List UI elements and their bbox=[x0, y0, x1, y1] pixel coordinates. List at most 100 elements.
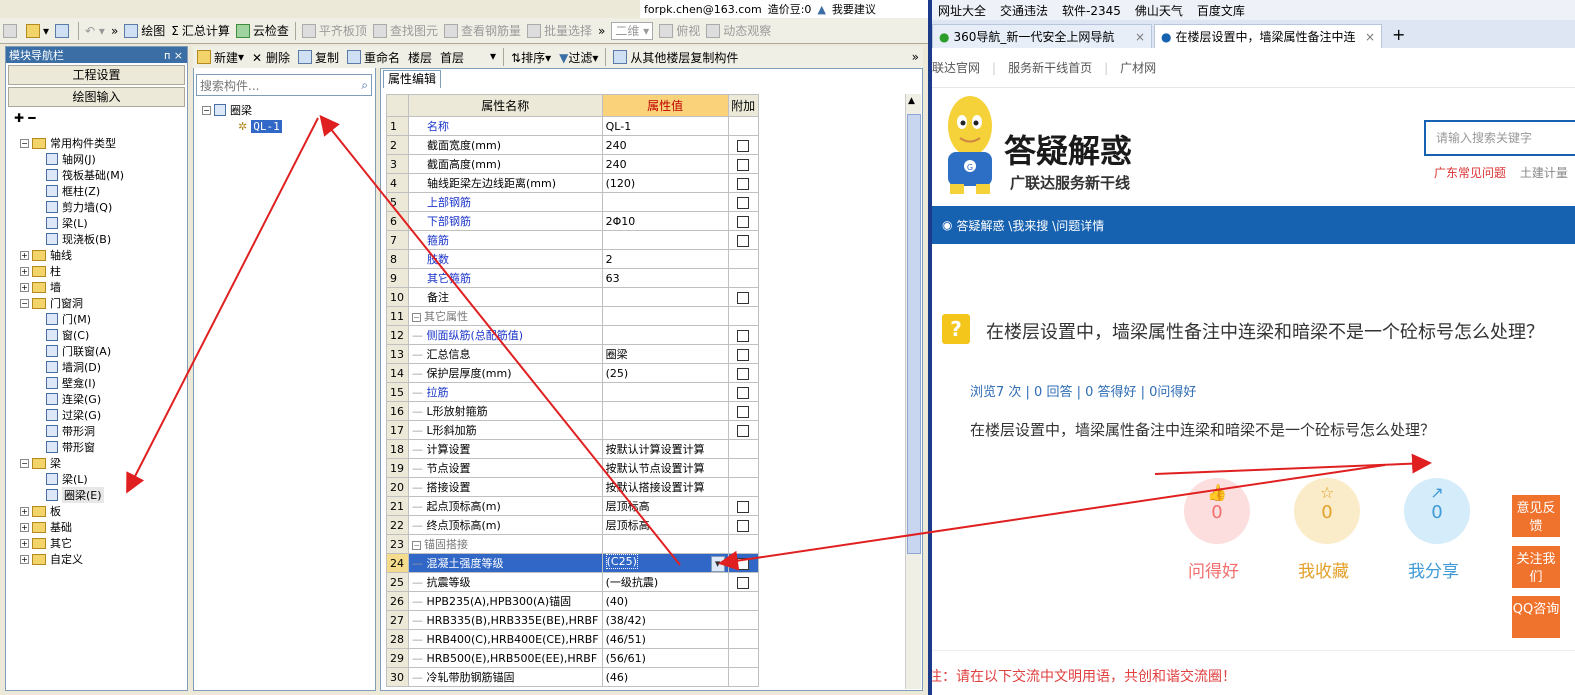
attach-checkbox[interactable] bbox=[737, 196, 750, 209]
property-row[interactable]: 28— HRB400(C),HRB400E(CE),HRBF (46/51) bbox=[386, 629, 759, 649]
suggest-link[interactable]: 我要建议 bbox=[832, 1, 876, 17]
expand-toggle-icon[interactable]: + bbox=[20, 554, 29, 564]
copy-from-floor-button[interactable]: 从其他楼层复制构件 bbox=[609, 49, 742, 66]
nav-tree-item[interactable]: 圈梁(E) bbox=[6, 487, 187, 503]
nav-tree-item[interactable]: 筏板基础(M) bbox=[6, 167, 187, 183]
property-value-cell[interactable]: 2 bbox=[601, 249, 729, 269]
property-row[interactable]: 17— L形斜加筋 bbox=[386, 420, 759, 440]
site-link[interactable]: 服务新干线首页 bbox=[1008, 59, 1092, 76]
property-row[interactable]: 14— 保护层厚度(mm) (25) bbox=[386, 363, 759, 383]
delete-button[interactable]: ✕ 删除 bbox=[248, 49, 294, 66]
nav-tree-item[interactable]: 梁(L) bbox=[6, 471, 187, 487]
property-row[interactable]: 18— 计算设置 按默认计算设置计算 bbox=[386, 439, 759, 459]
property-value-cell[interactable] bbox=[601, 382, 729, 402]
expand-toggle-icon[interactable]: + bbox=[20, 266, 29, 276]
bookmark-item[interactable]: 交通违法 bbox=[1000, 2, 1048, 19]
nav-tree-item[interactable]: + 其它 bbox=[6, 535, 187, 551]
nav-tree-item[interactable]: + 柱 bbox=[6, 263, 187, 279]
property-row[interactable]: 30— 冷轧带肋钢筋锚固 (46) bbox=[386, 667, 759, 687]
cloud-check-button[interactable]: 云检查 bbox=[233, 20, 292, 42]
property-value-cell[interactable]: 按默认搭接设置计算 bbox=[601, 477, 729, 497]
nav-tree-item[interactable]: 壁龛(I) bbox=[6, 375, 187, 391]
open-file-icon[interactable]: ▾ bbox=[23, 20, 52, 42]
pitch-view-button[interactable]: 俯视 bbox=[656, 20, 703, 42]
group-collapse-icon[interactable]: − bbox=[412, 313, 421, 322]
property-row[interactable]: 16— L形放射箍筋 bbox=[386, 401, 759, 421]
side-button[interactable]: 关注我们 bbox=[1512, 546, 1560, 588]
property-value-cell[interactable]: 240 bbox=[601, 135, 729, 155]
attach-checkbox[interactable] bbox=[737, 291, 750, 304]
nav-tree-item[interactable]: 过梁(G) bbox=[6, 407, 187, 423]
attach-checkbox[interactable] bbox=[737, 386, 750, 399]
expand-toggle-icon[interactable]: + bbox=[20, 538, 29, 548]
bookmark-item[interactable]: 百度文库 bbox=[1197, 2, 1245, 19]
property-row[interactable]: 15— 拉筋 bbox=[386, 382, 759, 402]
new-tab-button[interactable]: + bbox=[1384, 24, 1413, 48]
property-value-cell[interactable]: (一级抗震) bbox=[601, 572, 729, 592]
property-value-cell[interactable]: 2Φ10 bbox=[601, 211, 729, 231]
property-row[interactable]: 23− 锚固搭接 bbox=[386, 534, 759, 554]
property-row[interactable]: 1 名称 QL-1 bbox=[386, 116, 759, 136]
nav-tree-item[interactable]: − 门窗洞 bbox=[6, 295, 187, 311]
attach-checkbox[interactable] bbox=[737, 367, 750, 380]
property-row[interactable]: 9 其它箍筋 63 bbox=[386, 268, 759, 288]
scroll-thumb[interactable] bbox=[907, 114, 921, 554]
attach-checkbox[interactable] bbox=[737, 215, 750, 228]
nav-tree-item[interactable]: 梁(L) bbox=[6, 215, 187, 231]
floor-select[interactable]: 首层 ▾ bbox=[436, 49, 500, 66]
browser-tab[interactable]: ● 360导航_新一代安全上网导航 × bbox=[932, 24, 1152, 48]
property-value-cell[interactable] bbox=[601, 401, 729, 421]
property-row[interactable]: 19— 节点设置 按默认节点设置计算 bbox=[386, 458, 759, 478]
property-value-cell[interactable]: QL-1 bbox=[601, 116, 729, 136]
property-value-cell[interactable]: 按默认节点设置计算 bbox=[601, 458, 729, 478]
nav-tree-item[interactable]: 轴网(J) bbox=[6, 151, 187, 167]
property-value-cell[interactable]: (56/61) bbox=[601, 648, 729, 668]
nav-tree-item[interactable]: 现浇板(B) bbox=[6, 231, 187, 247]
overflow-chevron-3-icon[interactable]: » bbox=[912, 50, 923, 64]
find-element-button[interactable]: 查找图元 bbox=[370, 20, 441, 42]
property-value-cell[interactable]: (46) bbox=[601, 667, 729, 687]
close-tab-icon[interactable]: × bbox=[1135, 30, 1145, 44]
nav-tree-item[interactable]: 门(M) bbox=[6, 311, 187, 327]
expand-toggle-icon[interactable]: + bbox=[20, 522, 29, 532]
property-value-cell[interactable]: (38/42) bbox=[601, 610, 729, 630]
nav-tree-item[interactable]: + 基础 bbox=[6, 519, 187, 535]
attach-checkbox[interactable] bbox=[737, 158, 750, 171]
nav-tree-item[interactable]: 带形洞 bbox=[6, 423, 187, 439]
property-value-cell[interactable]: (25) bbox=[601, 363, 729, 383]
expand-toggle-icon[interactable]: + bbox=[20, 282, 29, 292]
property-value-cell[interactable] bbox=[601, 192, 729, 212]
side-button[interactable]: 意见反馈 bbox=[1512, 495, 1560, 537]
bookmark-item[interactable]: 软件-2345 bbox=[1062, 2, 1121, 19]
bookmark-item[interactable]: 网址大全 bbox=[938, 2, 986, 19]
rename-button[interactable]: 重命名 bbox=[343, 49, 404, 66]
property-scrollbar[interactable]: ▲ bbox=[905, 94, 921, 689]
view-mode-select[interactable]: 二维 ▾ bbox=[611, 21, 654, 40]
action-button[interactable]: 👍 0 bbox=[1184, 478, 1250, 544]
property-value-cell[interactable]: (40) bbox=[601, 591, 729, 611]
property-value-cell[interactable]: (46/51) bbox=[601, 629, 729, 649]
property-value-cell[interactable] bbox=[601, 534, 729, 554]
property-row[interactable]: 27— HRB335(B),HRB335E(BE),HRBF (38/42) bbox=[386, 610, 759, 630]
overflow-chevron-icon[interactable]: » bbox=[108, 20, 121, 42]
bell-icon[interactable]: ▲ bbox=[817, 3, 825, 16]
property-row[interactable]: 7 箍筋 bbox=[386, 230, 759, 250]
property-value-cell[interactable]: 层顶标高 bbox=[601, 515, 729, 535]
scroll-up-icon[interactable]: ▲ bbox=[908, 96, 915, 106]
component-search-input[interactable]: 搜索构件... ⌕ bbox=[196, 74, 372, 96]
dynamic-view-button[interactable]: 动态观察 bbox=[703, 20, 774, 42]
project-settings-button[interactable]: 工程设置 bbox=[8, 65, 185, 85]
overflow-chevron-2-icon[interactable]: » bbox=[595, 20, 608, 42]
property-value-cell[interactable]: 层顶标高 bbox=[601, 496, 729, 516]
property-row[interactable]: 24— 混凝土强度等级 (C25) ▾ bbox=[386, 553, 759, 573]
component-root[interactable]: 圈梁 bbox=[230, 102, 252, 118]
account-email[interactable]: forpk.chen@163.com bbox=[644, 3, 762, 16]
property-value-cell[interactable]: (C25) ▾ bbox=[601, 553, 729, 573]
property-value-cell[interactable]: 圈梁 bbox=[601, 344, 729, 364]
copy-button[interactable]: 复制 bbox=[294, 49, 343, 66]
property-value-cell[interactable]: 按默认计算设置计算 bbox=[601, 439, 729, 459]
nav-tree-item[interactable]: 墙洞(D) bbox=[6, 359, 187, 375]
property-value-cell[interactable] bbox=[601, 325, 729, 345]
property-row[interactable]: 20— 搭接设置 按默认搭接设置计算 bbox=[386, 477, 759, 497]
action-button[interactable]: ↗ 0 bbox=[1404, 478, 1470, 544]
